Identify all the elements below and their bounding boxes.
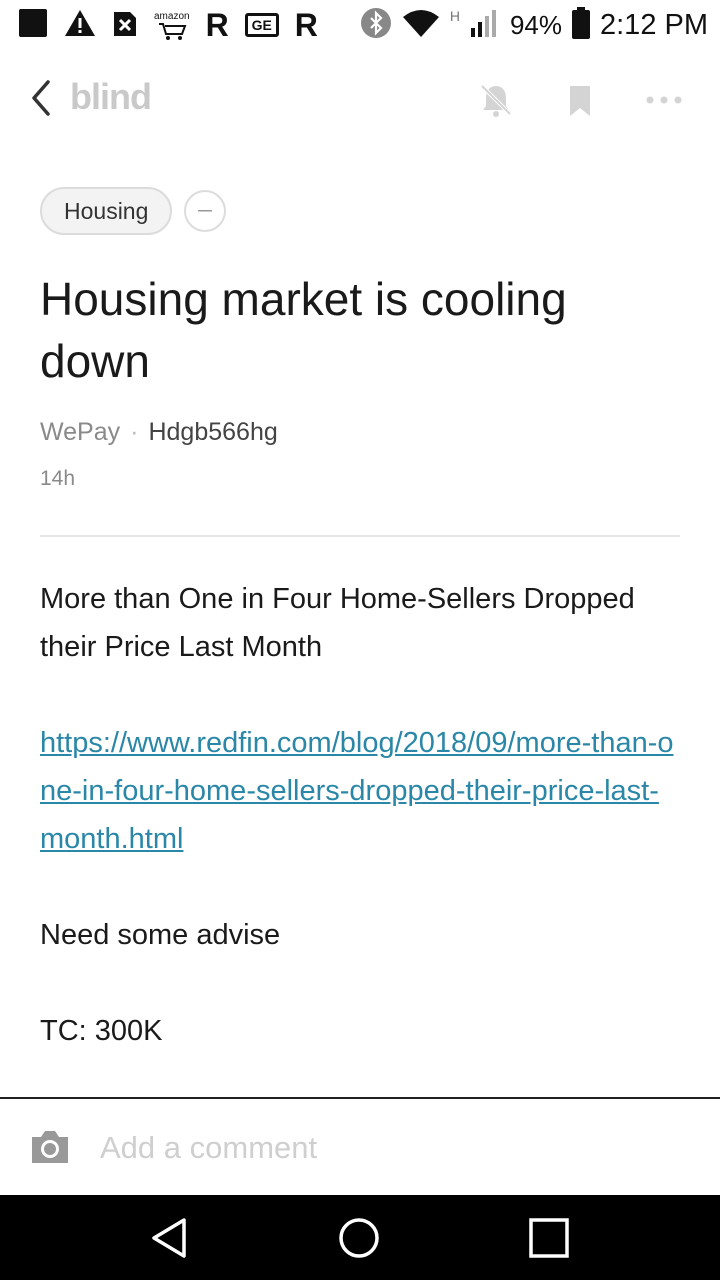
- attach-photo-button[interactable]: [28, 1127, 72, 1167]
- body-paragraph: TC: 300K: [40, 1015, 163, 1047]
- bookmark-icon: [570, 86, 590, 116]
- more-options-button[interactable]: [644, 80, 684, 120]
- post-title: Housing market is cooling down: [40, 273, 567, 387]
- post-body: More than One in Four Home-Sellers Dropp…: [40, 575, 680, 1055]
- system-icons: H 94% 2:12 PM: [360, 6, 708, 44]
- chevron-left-icon: [32, 80, 50, 116]
- tag-remove-button[interactable]: [184, 190, 227, 232]
- author-name[interactable]: Hdgb566hg: [148, 418, 277, 447]
- nav-recents-button[interactable]: [527, 1216, 571, 1260]
- notification-icons: amazon R GE R: [18, 8, 318, 42]
- battery-percent: 94%: [509, 9, 562, 40]
- r-app-icon: R: [205, 7, 229, 43]
- ge-app-icon: GE: [244, 13, 279, 37]
- circle-home-icon: [339, 1218, 379, 1258]
- bookmark-button[interactable]: [560, 80, 600, 120]
- minus-icon: [198, 210, 213, 212]
- app-logo: blind: [70, 76, 152, 117]
- battery-icon: [572, 6, 590, 44]
- divider: [40, 535, 680, 537]
- more-horizontal-icon: [646, 96, 682, 104]
- clock: 2:12 PM: [600, 8, 708, 41]
- nav-home-button[interactable]: [337, 1216, 381, 1260]
- post-age: 14h: [40, 467, 76, 490]
- r-app-icon-2: R: [294, 7, 318, 43]
- topic-tag[interactable]: Housing: [40, 187, 173, 235]
- tag-row: Housing: [40, 187, 227, 235]
- body-paragraph: More than One in Four Home-Sellers Dropp…: [40, 583, 635, 663]
- network-type-icon: H: [449, 8, 460, 24]
- warning-icon: [64, 8, 96, 43]
- comment-bar: [0, 1097, 720, 1195]
- bluetooth-icon: [360, 7, 392, 44]
- system-nav-bar: [0, 1195, 720, 1280]
- signal-icon: [470, 8, 500, 43]
- camera-icon: [32, 1131, 68, 1163]
- meta-separator: ·: [130, 418, 139, 446]
- nav-back-button[interactable]: [148, 1216, 192, 1260]
- blocked-notification-icon: [112, 8, 138, 43]
- comment-input[interactable]: [100, 1127, 680, 1169]
- bell-off-icon: [480, 84, 512, 117]
- body-paragraph: Need some advise: [40, 919, 281, 951]
- author-company[interactable]: WePay: [40, 418, 120, 447]
- triangle-back-icon: [152, 1218, 186, 1258]
- article-link[interactable]: https://www.redfin.com/blog/2018/09/more…: [40, 727, 674, 855]
- mute-notifications-button[interactable]: [476, 80, 516, 120]
- app-bar: blind: [0, 60, 720, 136]
- square-notification-icon: [18, 8, 48, 43]
- post-meta: WePay · Hdgb566hg: [40, 418, 278, 447]
- amazon-cart-icon: amazon: [154, 11, 190, 40]
- back-button[interactable]: [24, 78, 64, 118]
- square-recents-icon: [529, 1218, 569, 1258]
- wifi-icon: [402, 9, 440, 42]
- status-bar: amazon R GE R H 94% 2:12 PM: [0, 0, 720, 50]
